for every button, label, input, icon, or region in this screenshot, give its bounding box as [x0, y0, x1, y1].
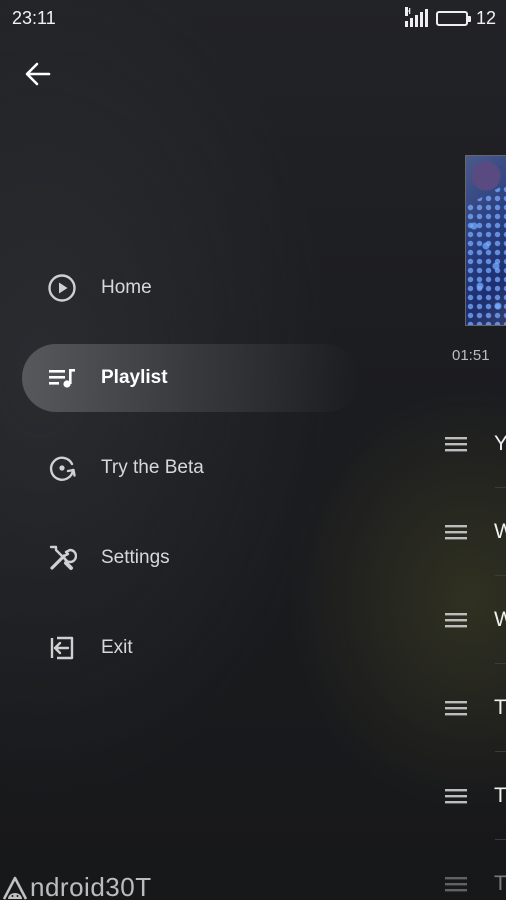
elapsed-time: 01:51	[452, 347, 490, 364]
tools-icon	[46, 542, 78, 574]
menu-item-label: Try the Beta	[101, 457, 204, 478]
queue-item[interactable]: Y	[438, 400, 506, 488]
drag-handle-icon[interactable]	[438, 429, 474, 459]
queue-list: Y W W T T T	[438, 400, 506, 900]
menu-item-label: Exit	[101, 637, 133, 658]
queue-item-title: W	[494, 608, 506, 631]
menu-item-label: Playlist	[101, 367, 168, 388]
menu-item-settings[interactable]: Settings	[0, 524, 360, 592]
queue-item[interactable]: T	[438, 664, 506, 752]
queue-item-title: T	[494, 872, 506, 895]
drag-handle-icon[interactable]	[438, 869, 474, 899]
menu-item-try-beta[interactable]: Try the Beta	[0, 434, 360, 502]
signal-icon: H	[404, 7, 428, 27]
beta-update-icon	[46, 452, 78, 484]
menu-item-playlist[interactable]: Playlist	[22, 344, 360, 412]
back-button[interactable]	[20, 56, 56, 92]
drag-handle-icon[interactable]	[438, 693, 474, 723]
queue-item-title: T	[494, 696, 506, 719]
queue-item-title: T	[494, 784, 506, 807]
status-bar: 23:11 H 12	[0, 0, 506, 36]
playlist-music-icon	[46, 362, 78, 394]
menu-item-label: Home	[101, 277, 152, 298]
watermark: ndroid30T	[2, 872, 152, 900]
menu-item-exit[interactable]: Exit	[0, 614, 360, 682]
battery-icon	[435, 10, 471, 26]
watermark-text: ndroid30T	[30, 872, 152, 900]
album-art[interactable]	[465, 155, 506, 326]
exit-icon	[46, 632, 78, 664]
queue-item-title: W	[494, 520, 506, 543]
android-logo-icon	[2, 876, 28, 900]
menu-item-home[interactable]: Home	[0, 254, 360, 322]
navigation-drawer: Home Playlist Try the Beta Settings Exit	[0, 254, 360, 704]
battery-level: 12	[475, 7, 496, 28]
queue-item[interactable]: W	[438, 576, 506, 664]
queue-item[interactable]: W	[438, 488, 506, 576]
status-icons: H 12	[404, 7, 496, 29]
play-circle-icon	[46, 272, 78, 304]
queue-item[interactable]: T	[438, 752, 506, 840]
drag-handle-icon[interactable]	[438, 781, 474, 811]
arrow-left-icon	[25, 62, 51, 86]
drag-handle-icon[interactable]	[438, 517, 474, 547]
status-time: 23:11	[12, 7, 56, 28]
queue-item[interactable]: T	[438, 840, 506, 900]
queue-item-title: Y	[494, 432, 506, 455]
drag-handle-icon[interactable]	[438, 605, 474, 635]
menu-item-label: Settings	[101, 547, 170, 568]
album-art-pattern	[466, 183, 506, 325]
